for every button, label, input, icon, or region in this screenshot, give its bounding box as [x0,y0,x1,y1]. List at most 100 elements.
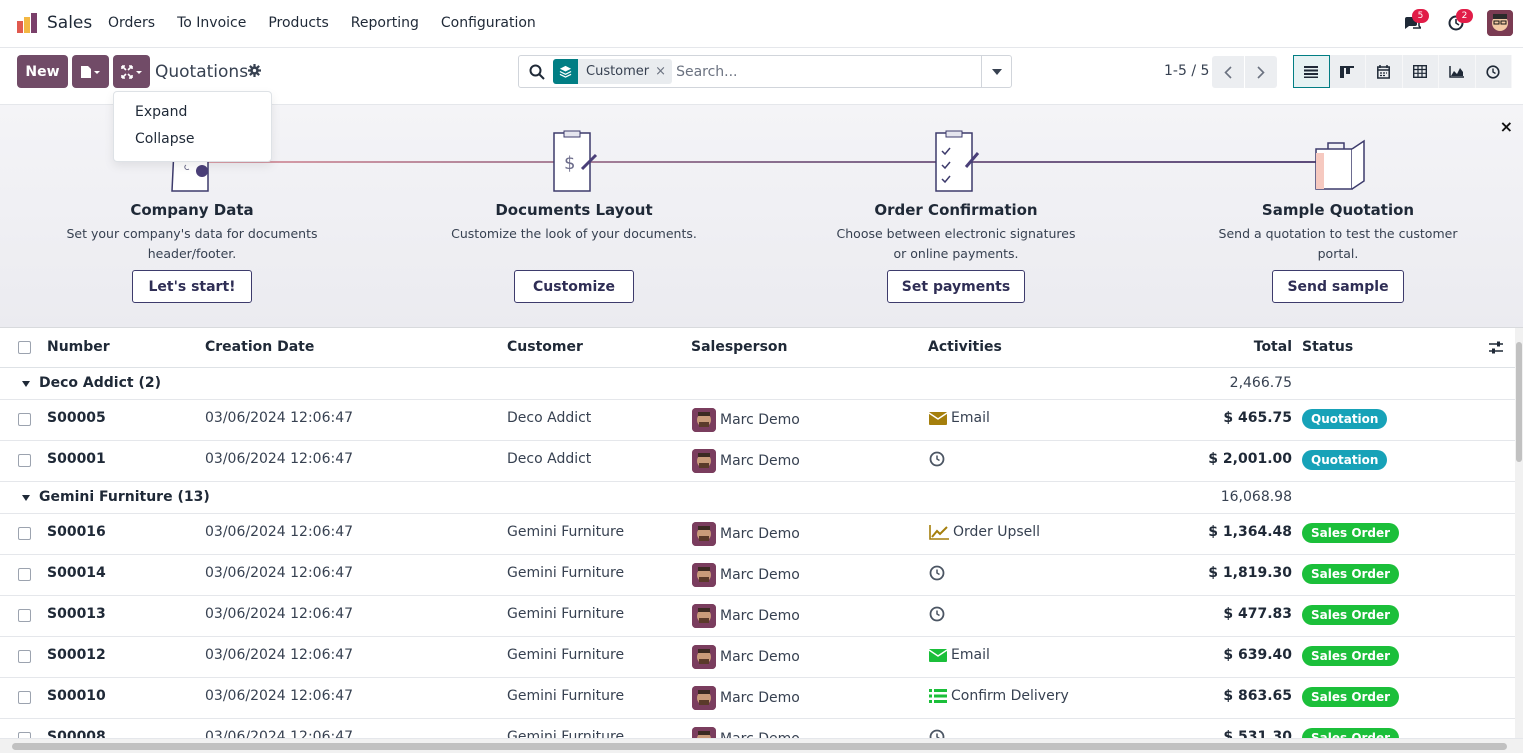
dropdown-item-expand[interactable]: Expand [135,104,187,120]
graph-view-button[interactable] [1439,55,1476,88]
search-icon[interactable] [529,64,545,80]
order-number: S00014 [47,565,106,581]
table-row[interactable]: S00013 03/06/2024 12:06:47 Gemini Furnitur… [0,596,1515,637]
print-menu-button[interactable] [72,55,109,88]
table-row[interactable]: S00014 03/06/2024 12:06:47 Gemini Furnitur… [0,555,1515,596]
vertical-scrollbar[interactable] [1515,328,1523,738]
salesperson[interactable]: Marc Demo [692,645,800,669]
menu-orders[interactable]: Orders [108,15,155,31]
salesperson[interactable]: Marc Demo [692,563,800,587]
page-title[interactable]: Quotations [155,62,248,82]
creation-date: 03/06/2024 12:06:47 [205,410,354,426]
pager-value[interactable]: 1-5 / 5 [1164,63,1209,79]
salesperson-name: Marc Demo [720,453,800,469]
salesperson[interactable]: Marc Demo [692,408,800,432]
pager-previous-button[interactable] [1212,56,1244,88]
salesperson[interactable]: Marc Demo [692,604,800,628]
activity[interactable]: Email [929,647,990,663]
column-settings-icon[interactable] [1489,341,1503,354]
row-checkbox[interactable] [18,609,31,622]
row-checkbox[interactable] [18,650,31,663]
calendar-view-button[interactable] [1366,55,1403,88]
customer-name: Deco Addict [507,410,592,426]
onboarding-step-sample-quotation: Sample Quotation Send a quotation to tes… [1188,129,1488,264]
new-button[interactable]: New [17,55,68,88]
close-onboarding-button[interactable]: × [1500,117,1513,136]
salesperson-name: Marc Demo [720,526,800,542]
group-row[interactable]: Deco Addict (2) 2,466.75 [0,368,1515,400]
kanban-view-button[interactable] [1329,55,1366,88]
menu-reporting[interactable]: Reporting [351,15,419,31]
activity[interactable]: Email [929,410,990,426]
list-view-button[interactable] [1293,55,1330,88]
customer-name: Gemini Furniture [507,524,625,540]
systray: 5 2 [1379,9,1513,36]
menu-configuration[interactable]: Configuration [441,15,536,31]
caret-down-icon [22,381,30,387]
column-total[interactable]: Total [1254,339,1292,355]
row-checkbox[interactable] [18,527,31,540]
messages-button[interactable]: 5 [1401,9,1429,34]
activities-button[interactable]: 2 [1445,9,1473,34]
group-total: 2,466.75 [1229,375,1292,391]
table-row[interactable]: S00016 03/06/2024 12:06:47 Gemini Furnitur… [0,514,1515,555]
horizontal-scrollbar[interactable] [0,738,1523,753]
sales-app-logo-icon[interactable] [16,12,38,34]
order-number: S00012 [47,647,106,663]
pager-next-button[interactable] [1245,56,1277,88]
salesperson[interactable]: Marc Demo [692,449,800,473]
search-options-toggle[interactable] [981,56,1011,87]
step-description: Customize the look of your documents. [451,226,697,241]
send-sample-button[interactable]: Send sample [1272,270,1404,303]
salesperson[interactable]: Marc Demo [692,686,800,710]
row-checkbox[interactable] [18,568,31,581]
user-avatar[interactable] [1487,10,1513,36]
group-row[interactable]: Gemini Furniture (13) 16,068.98 [0,482,1515,514]
gear-icon[interactable] [248,64,261,77]
column-creation-date[interactable]: Creation Date [205,339,314,355]
search-input[interactable] [676,63,977,80]
row-checkbox[interactable] [18,413,31,426]
lets-start-button[interactable]: Let's start! [132,270,252,303]
order-number: S00016 [47,524,106,540]
activity[interactable] [929,565,949,581]
select-all-checkbox[interactable] [18,341,31,354]
app-name[interactable]: Sales [47,13,92,33]
column-customer[interactable]: Customer [507,339,583,355]
activity-view-button[interactable] [1475,55,1512,88]
column-salesperson[interactable]: Salesperson [691,339,788,355]
activity-label: Email [951,647,990,663]
customer-name: Gemini Furniture [507,688,625,704]
salesperson[interactable]: Marc Demo [692,522,800,546]
set-payments-button[interactable]: Set payments [887,270,1025,303]
creation-date: 03/06/2024 12:06:47 [205,606,354,622]
activity[interactable] [929,606,949,622]
order-total: $ 1,364.48 [1208,524,1292,540]
envelope-icon [929,648,951,662]
expand-collapse-menu-button[interactable] [113,55,150,88]
search-bar: Customer × [518,55,1012,88]
table-row[interactable]: S00005 03/06/2024 12:06:47 Deco Addict Marc… [0,400,1515,441]
row-checkbox[interactable] [18,691,31,704]
column-number[interactable]: Number [47,339,110,355]
customize-button[interactable]: Customize [514,270,634,303]
menu-to-invoice[interactable]: To Invoice [177,15,246,31]
column-activities[interactable]: Activities [928,339,1002,355]
activity[interactable]: Order Upsell [929,524,1040,540]
activity[interactable]: Confirm Delivery [929,688,1069,704]
row-checkbox[interactable] [18,454,31,467]
table-row[interactable]: S00010 03/06/2024 12:06:47 Gemini Furnitur… [0,678,1515,719]
activity-label: Confirm Delivery [951,688,1069,704]
status-badge: Sales Order [1302,687,1400,707]
table-row[interactable]: S00001 03/06/2024 12:06:47 Deco Addict Marc… [0,441,1515,482]
dropdown-item-collapse[interactable]: Collapse [135,131,195,147]
pivot-view-button[interactable] [1402,55,1439,88]
avatar-icon [1487,10,1513,36]
facet-remove-button[interactable]: × [655,64,672,79]
column-status[interactable]: Status [1302,339,1353,355]
step-description: Send a quotation to test the customer por… [1218,226,1458,261]
search-facet: Customer × [553,59,673,84]
activity[interactable] [929,451,949,467]
table-row[interactable]: S00012 03/06/2024 12:06:47 Gemini Furnitur… [0,637,1515,678]
menu-products[interactable]: Products [268,15,328,31]
